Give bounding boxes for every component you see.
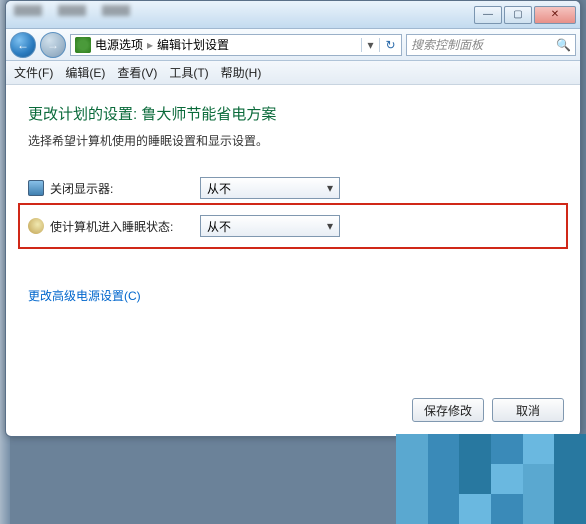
menu-help[interactable]: 帮助(H): [221, 64, 262, 81]
page-subtitle: 选择希望计算机使用的睡眠设置和显示设置。: [28, 132, 558, 149]
menu-bar: 文件(F) 编辑(E) 查看(V) 工具(T) 帮助(H): [6, 61, 580, 85]
navigation-bar: ← → 电源选项 ▸ 编辑计划设置 ▾ ↻ 搜索控制面板 🔍: [6, 29, 580, 61]
address-dropdown[interactable]: ▾: [361, 38, 379, 52]
breadcrumb-item[interactable]: 电源选项: [95, 36, 143, 53]
sleep-timeout-select[interactable]: 从不: [200, 215, 340, 237]
title-text-blurred: [14, 5, 130, 16]
menu-tools[interactable]: 工具(T): [169, 64, 208, 81]
breadcrumb-item[interactable]: 编辑计划设置: [157, 36, 229, 53]
setting-display-off: 关闭显示器: 从不: [28, 177, 558, 199]
content-area: 更改计划的设置: 鲁大师节能省电方案 选择希望计算机使用的睡眠设置和显示设置。 …: [6, 85, 580, 323]
highlighted-setting: 使计算机进入睡眠状态: 从不: [18, 203, 568, 249]
refresh-button[interactable]: ↻: [379, 38, 401, 52]
search-placeholder: 搜索控制面板: [411, 36, 483, 53]
breadcrumb-separator: ▸: [147, 38, 153, 52]
address-bar[interactable]: 电源选项 ▸ 编辑计划设置 ▾ ↻: [70, 34, 402, 56]
moon-icon: [28, 218, 44, 234]
advanced-settings-link[interactable]: 更改高级电源设置(C): [28, 287, 141, 304]
setting-label: 使计算机进入睡眠状态:: [50, 218, 200, 235]
setting-sleep: 使计算机进入睡眠状态: 从不: [28, 215, 558, 237]
menu-edit[interactable]: 编辑(E): [65, 64, 105, 81]
dialog-buttons: 保存修改 取消: [412, 398, 564, 422]
monitor-icon: [28, 180, 44, 196]
search-input[interactable]: 搜索控制面板 🔍: [406, 34, 576, 56]
display-timeout-select[interactable]: 从不: [200, 177, 340, 199]
save-button[interactable]: 保存修改: [412, 398, 484, 422]
close-button[interactable]: ✕: [534, 6, 576, 24]
forward-button[interactable]: →: [40, 32, 66, 58]
menu-view[interactable]: 查看(V): [117, 64, 157, 81]
minimize-button[interactable]: —: [474, 6, 502, 24]
back-button[interactable]: ←: [10, 32, 36, 58]
search-icon[interactable]: 🔍: [556, 38, 571, 52]
control-panel-icon: [75, 37, 91, 53]
page-title: 更改计划的设置: 鲁大师节能省电方案: [28, 103, 558, 124]
censored-overlay: [396, 434, 586, 524]
setting-label: 关闭显示器:: [50, 180, 200, 197]
cancel-button[interactable]: 取消: [492, 398, 564, 422]
control-panel-window: — ▢ ✕ ← → 电源选项 ▸ 编辑计划设置 ▾ ↻ 搜索控制面板 🔍 文件(…: [5, 0, 581, 437]
title-bar[interactable]: — ▢ ✕: [6, 1, 580, 29]
maximize-button[interactable]: ▢: [504, 6, 532, 24]
menu-file[interactable]: 文件(F): [14, 64, 53, 81]
